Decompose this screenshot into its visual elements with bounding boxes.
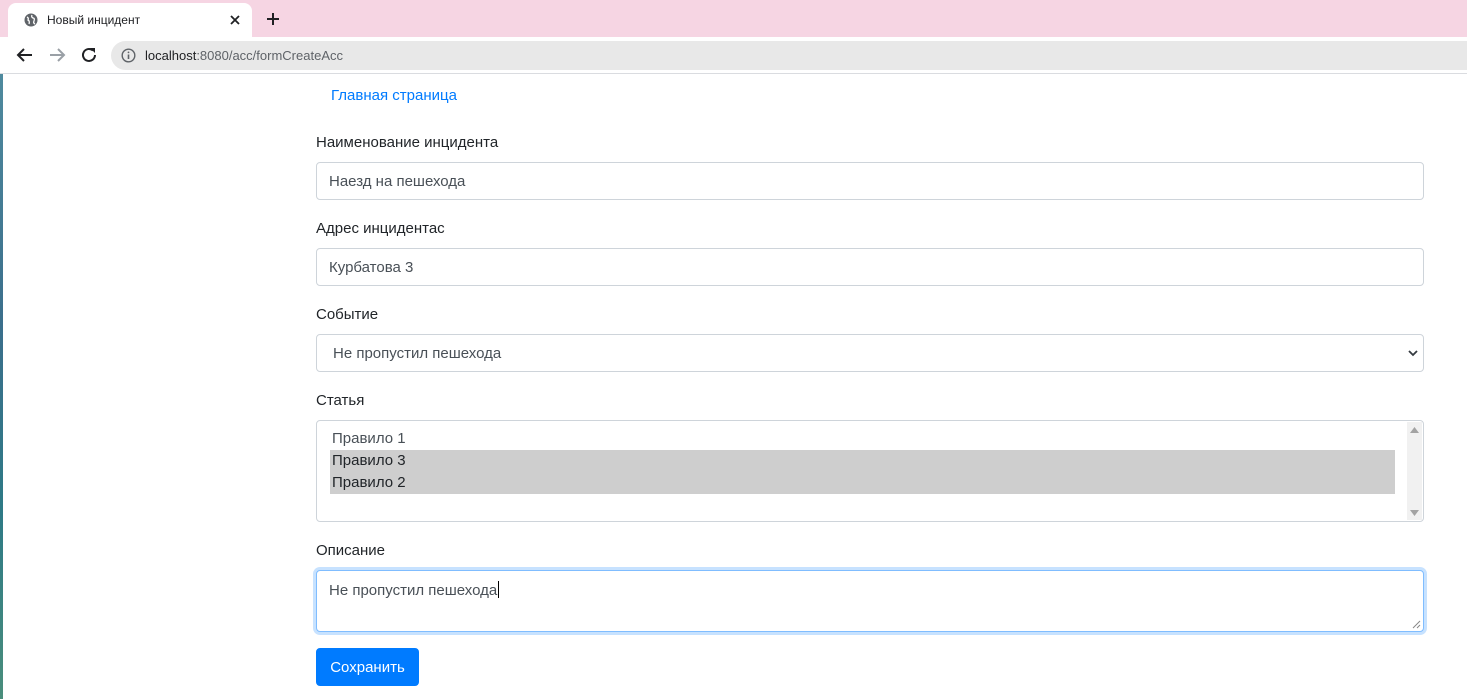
incident-name-value: Наезд на пешехода [329,172,466,190]
globe-icon [24,13,38,27]
incident-name-label: Наименование инцидента [316,134,499,151]
article-label: Статья [316,392,365,409]
scroll-up-arrow-icon[interactable] [1410,427,1419,433]
article-option[interactable]: Правило 2 [330,472,1395,494]
article-multiselect[interactable]: Правило 1 Правило 3 Правило 2 [316,420,1424,522]
article-option[interactable]: Правило 1 [330,428,1395,450]
url-text: localhost:8080/acc/formCreateAcc [145,48,343,63]
browser-toolbar: localhost:8080/acc/formCreateAcc [0,37,1467,74]
resize-handle-icon[interactable] [1412,620,1421,629]
url-path: :8080/acc/formCreateAcc [196,48,343,63]
save-button[interactable]: Сохранить [316,648,419,686]
address-bar[interactable]: localhost:8080/acc/formCreateAcc [111,41,1467,70]
desktop-edge [0,74,3,699]
article-option-label: Правило 3 [332,452,406,469]
event-select[interactable]: Не пропустил пешехода [316,334,1424,372]
reload-icon[interactable] [79,45,99,65]
info-icon[interactable] [121,48,136,63]
browser-tab-bar: Новый инцидент [0,0,1467,37]
article-scrollbar[interactable] [1407,422,1422,520]
url-host: localhost [145,48,197,63]
incident-address-input[interactable]: Курбатова 3 [316,248,1424,286]
incident-address-value: Курбатова 3 [329,258,414,276]
scroll-down-arrow-icon[interactable] [1410,510,1419,516]
browser-tab[interactable]: Новый инцидент [8,3,252,37]
article-option-label: Правило 2 [332,474,406,491]
event-label: Событие [316,306,379,323]
back-arrow-icon[interactable] [15,45,35,65]
event-selected-value: Не пропустил пешехода [333,344,502,362]
forward-arrow-icon[interactable] [47,45,67,65]
article-option-label: Правило 1 [332,430,406,447]
chevron-down-icon [1408,350,1418,357]
description-label: Описание [316,542,386,559]
new-tab-icon[interactable] [263,9,283,29]
close-tab-icon[interactable] [227,12,243,28]
tab-title: Новый инцидент [47,13,141,27]
incident-address-label: Адрес инцидентас [316,220,445,237]
home-page-link[interactable]: Главная страница [331,87,457,104]
article-options-list: Правило 1 Правило 3 Правило 2 [330,428,1395,494]
text-caret [498,581,500,598]
description-textarea[interactable]: Не пропустил пешехода [316,570,1424,632]
article-option[interactable]: Правило 3 [330,450,1395,472]
incident-name-input[interactable]: Наезд на пешехода [316,162,1424,200]
description-value: Не пропустил пешехода [329,582,498,599]
